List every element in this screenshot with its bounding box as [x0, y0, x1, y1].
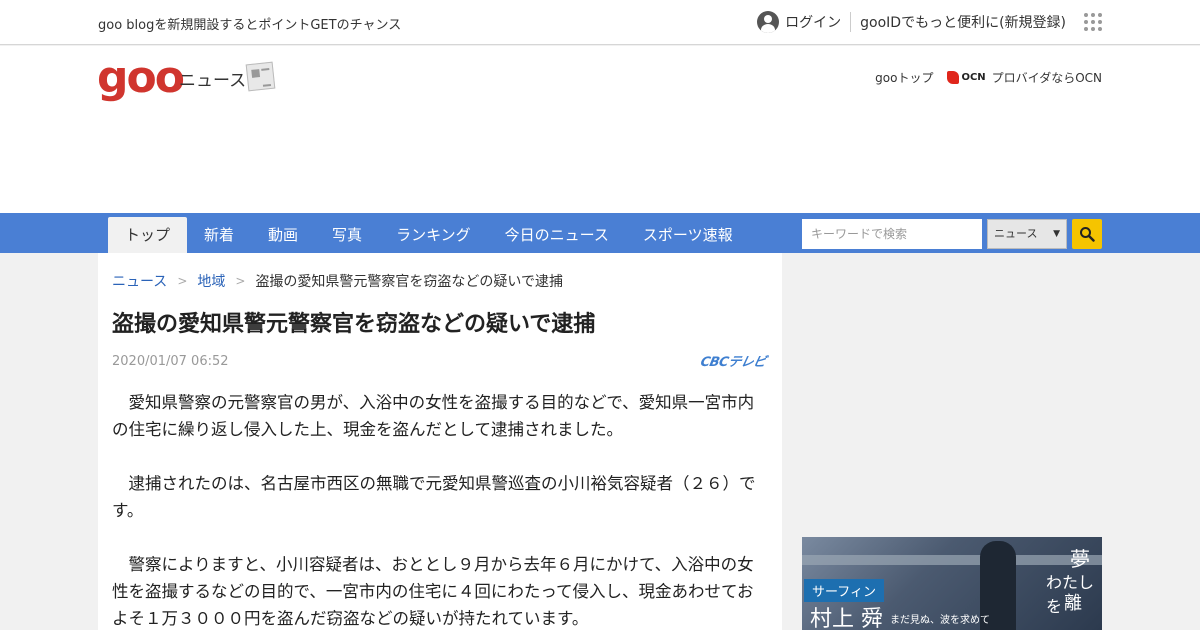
account-area: ログイン gooIDでもっと便利に(新規登録) — [757, 10, 1102, 34]
breadcrumb-separator: > — [235, 274, 246, 288]
utility-bar: goo blogを新規開設するとポイントGETのチャンス ログイン gooIDで… — [0, 0, 1200, 45]
nav-tabs: トップ 新着 動画 写真 ランキング 今日のニュース スポーツ速報 — [108, 217, 750, 253]
tab-today-news[interactable]: 今日のニュース — [488, 217, 626, 253]
article-title: 盗撮の愛知県警元警察官を窃盗などの疑いで逮捕 — [112, 312, 596, 337]
breadcrumb-current: 盗撮の愛知県警元警察官を窃盗などの疑いで逮捕 — [255, 274, 564, 290]
ocn-link[interactable]: プロバイダならOCN — [992, 69, 1102, 86]
site-header: goo ニュース gooトップ OCN プロバイダならOCN — [0, 46, 1200, 213]
caret-down-icon: ▼ — [1053, 229, 1060, 239]
ocn-logo-text: OCN — [961, 72, 986, 83]
goo-logo[interactable]: goo — [97, 56, 185, 100]
goo-top-link[interactable]: gooトップ — [875, 69, 933, 86]
breadcrumb-separator: > — [177, 274, 188, 288]
ad-tag: サーフィン — [804, 579, 884, 602]
global-nav: トップ 新着 動画 写真 ランキング 今日のニュース スポーツ速報 ニュース ▼ — [0, 213, 1200, 253]
tab-photo[interactable]: 写真 — [315, 217, 379, 253]
article-date: 2020/01/07 06:52 — [112, 354, 229, 369]
tab-top[interactable]: トップ — [108, 217, 188, 253]
tab-new[interactable]: 新着 — [187, 217, 251, 253]
article-paragraph: 逮捕されたのは、名古屋市西区の無職で元愛知県警巡査の小川裕気容疑者（２６）です。 — [112, 474, 756, 520]
sidebar-ad-banner[interactable]: サーフィン 村上 舜 まだ見ぬ、波を求めて 夢 わたしを 離 — [802, 537, 1102, 630]
article-paragraph: 愛知県警察の元警察官の男が、入浴中の女性を盗撮する目的などで、愛知県一宮市内の住… — [112, 393, 755, 439]
breadcrumb-news[interactable]: ニュース — [112, 271, 167, 291]
search-button[interactable] — [1072, 219, 1102, 249]
search-category-value: ニュース — [994, 227, 1038, 240]
ad-vertical-text: 夢 — [1070, 547, 1090, 571]
source-logo[interactable]: CBCテレビ — [699, 351, 768, 370]
login-link[interactable]: ログイン — [785, 12, 841, 32]
ad-background-bridge — [802, 555, 1102, 565]
newspaper-icon — [245, 61, 276, 92]
breadcrumb-region[interactable]: 地域 — [197, 271, 225, 291]
ad-catchphrase: まだ見ぬ、波を求めて — [890, 615, 990, 626]
tab-ranking[interactable]: ランキング — [379, 217, 488, 253]
news-section-title[interactable]: ニュース — [179, 66, 246, 91]
ocn-logo[interactable]: OCN — [947, 71, 986, 84]
tab-sports[interactable]: スポーツ速報 — [626, 217, 750, 253]
header-links: gooトップ OCN プロバイダならOCN — [875, 69, 1102, 86]
breadcrumb: ニュース > 地域 > 盗撮の愛知県警元警察官を窃盗などの疑いで逮捕 — [112, 271, 563, 291]
search-category-select[interactable]: ニュース ▼ — [987, 219, 1067, 249]
search-icon — [1080, 227, 1095, 242]
article-body: 愛知県警察の元警察官の男が、入浴中の女性を盗撮する目的などで、愛知県一宮市内の住… — [112, 389, 762, 630]
article-paragraph: 警察によりますと、小川容疑者は、おととし９月から去年６月にかけて、入浴中の女性を… — [112, 555, 754, 628]
ad-athlete-name: 村上 舜 — [810, 607, 883, 630]
register-link[interactable]: gooIDでもっと便利に(新規登録) — [860, 12, 1066, 32]
tab-video[interactable]: 動画 — [251, 217, 315, 253]
search-input[interactable] — [802, 219, 982, 249]
blog-promo-link[interactable]: goo blogを新規開設するとポイントGETのチャンス — [98, 14, 401, 33]
apps-grid-icon[interactable] — [1084, 13, 1102, 31]
divider — [850, 12, 852, 32]
ocn-mark-icon — [947, 71, 960, 84]
article-container: ニュース > 地域 > 盗撮の愛知県警元警察官を窃盗などの疑いで逮捕 盗撮の愛知… — [98, 253, 782, 630]
user-icon[interactable] — [757, 11, 780, 33]
ad-vertical-text: 離 — [1064, 593, 1082, 614]
